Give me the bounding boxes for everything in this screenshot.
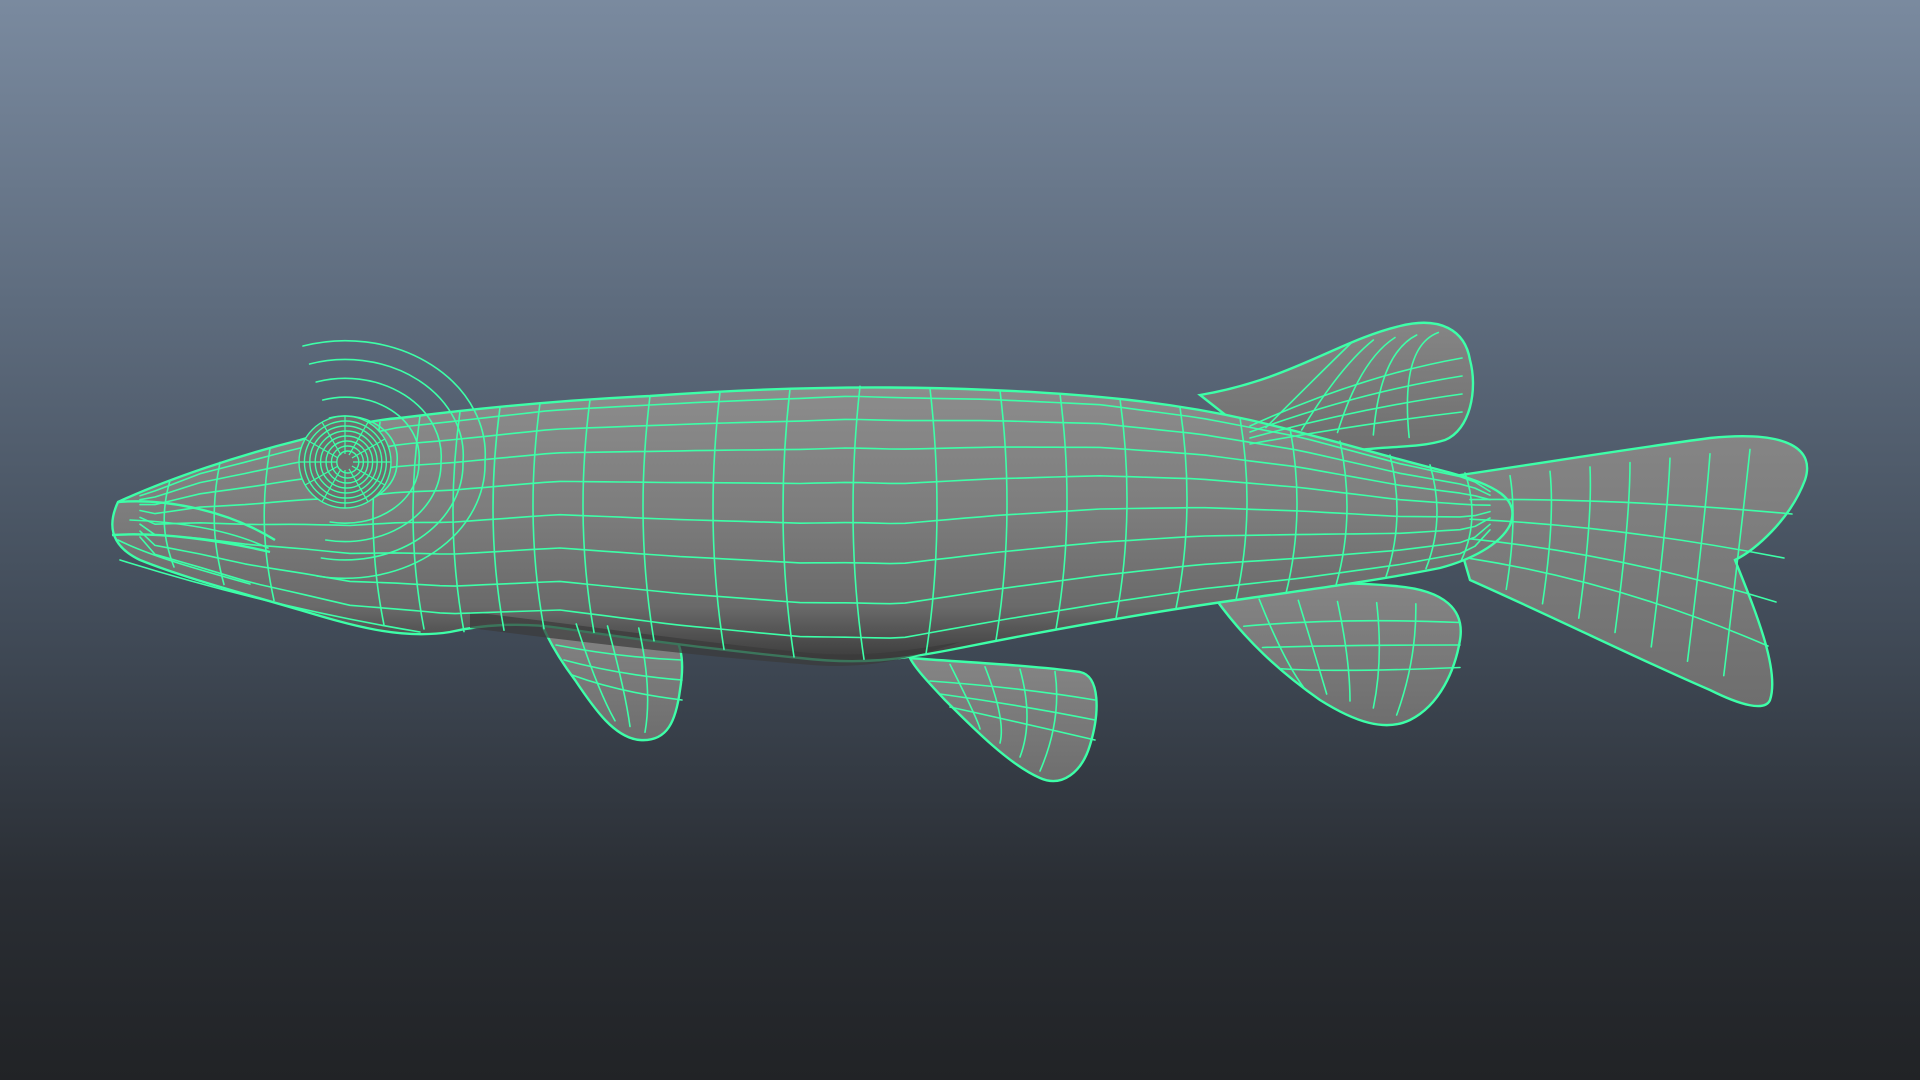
tail-fin[interactable]	[1438, 435, 1809, 708]
eye-icon	[298, 415, 392, 509]
3d-viewport[interactable]	[0, 0, 1920, 1080]
pike-fish-wireframe-model[interactable]	[0, 0, 1920, 1080]
